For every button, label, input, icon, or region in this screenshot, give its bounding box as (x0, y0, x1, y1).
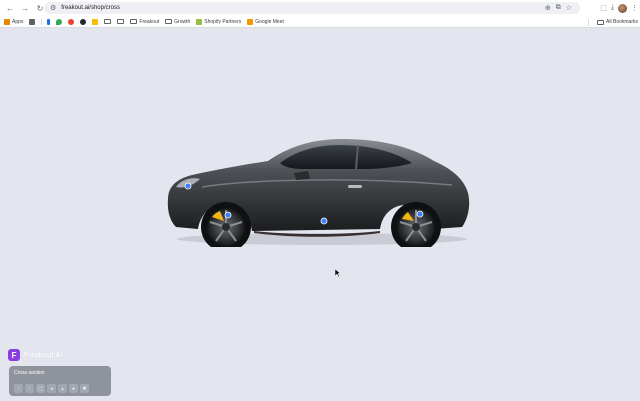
folder-icon (117, 19, 125, 24)
freakout-logo-icon: F (8, 349, 20, 361)
record-icon[interactable]: ● (69, 384, 78, 393)
bookmark-mail[interactable] (68, 18, 75, 25)
bookmark-label: Shopify Partners (204, 18, 242, 25)
nav-buttons: ← → ↻ (3, 1, 47, 15)
bookmark-meet[interactable]: Google Meet (247, 18, 284, 25)
shopify-icon (196, 18, 203, 25)
bookmark-folder-b[interactable] (117, 19, 125, 24)
github-icon (80, 18, 87, 25)
download-icon[interactable]: ⤓ (611, 4, 614, 12)
bookmarks-divider (41, 18, 43, 25)
apps-icon (4, 18, 10, 25)
settings-icon[interactable]: ✱ (80, 384, 89, 393)
back-icon[interactable]: ← (3, 1, 17, 15)
browser-toolbar: ← → ↻ ⚙ freakout.ai/shop/cross ⊕ ⧉ ☆ ⬚ ⤓… (0, 0, 640, 16)
tab-groups-icon (29, 18, 36, 25)
person-icon[interactable]: ▴ (58, 384, 67, 393)
zoom-icon[interactable]: ⊕ (545, 4, 551, 12)
bookmark-tab-groups[interactable] (29, 18, 36, 25)
control-panel: Cross-section ‹ › ▢ ◂ ▴ ● ✱ (9, 366, 111, 396)
mouse-cursor-icon (335, 269, 341, 277)
site-info-icon[interactable]: ⚙ (50, 4, 56, 12)
bookmarks-bar: Apps Freakout Growth Shopify Partners Go… (0, 16, 640, 28)
folder-icon (104, 19, 112, 24)
next-icon[interactable]: › (25, 384, 34, 393)
bookmark-label: Google Meet (255, 18, 284, 25)
hotspot-headlight[interactable] (184, 182, 192, 190)
viewer-stage[interactable] (0, 29, 640, 401)
extensions-icon[interactable]: ⬚ (600, 4, 607, 12)
hotspot-rear-wheel[interactable] (416, 210, 424, 218)
frame-icon[interactable]: ▢ (36, 384, 45, 393)
install-icon[interactable]: ⧉ (556, 4, 561, 12)
hotspot-side-skirt[interactable] (320, 217, 328, 225)
freakout-brand: F Freakout AI (8, 349, 62, 361)
bookmark-folder-growth[interactable]: Growth (165, 19, 190, 25)
car-model[interactable] (162, 135, 474, 247)
bookmark-folder-a[interactable] (104, 19, 112, 24)
prev-icon[interactable]: ‹ (14, 384, 23, 393)
bookmark-label: Growth (174, 18, 191, 25)
mail-icon (68, 18, 75, 25)
bookmark-drive[interactable] (92, 18, 99, 25)
meet-icon (247, 18, 254, 25)
bookmark-github[interactable] (80, 18, 87, 25)
bookmark-item[interactable] (47, 18, 51, 25)
menu-icon[interactable]: ⋮ (631, 4, 638, 12)
address-bar[interactable]: ⚙ freakout.ai/shop/cross ⊕ ⧉ ☆ (44, 2, 580, 14)
bookmark-icon (47, 18, 51, 25)
bookmark-label: Freakout (139, 18, 160, 25)
folder-icon (130, 19, 138, 24)
profile-avatar[interactable] (618, 3, 627, 13)
hotspot-front-wheel[interactable] (224, 211, 232, 219)
bookmark-folder-freakout[interactable]: Freakout (130, 19, 159, 25)
door-handle (348, 185, 362, 188)
brand-name: Freakout AI (24, 351, 63, 359)
forward-icon[interactable]: → (18, 1, 32, 15)
bookmark-label: Apps (12, 18, 24, 25)
folder-icon (165, 19, 173, 24)
all-bookmarks[interactable]: All Bookmarks (597, 19, 638, 25)
bookmark-shopify[interactable]: Shopify Partners (196, 18, 242, 25)
folder-icon (597, 19, 605, 25)
bookmark-apps[interactable]: Apps (4, 18, 24, 25)
drive-icon (92, 18, 99, 25)
panel-title: Cross-section (14, 370, 45, 376)
maps-icon (56, 18, 63, 25)
panel-toolbar: ‹ › ▢ ◂ ▴ ● ✱ (14, 384, 106, 393)
url-text: freakout.ai/shop/cross (61, 5, 120, 11)
star-icon[interactable]: ☆ (566, 4, 572, 12)
bookmarks-divider (588, 18, 590, 26)
bookmark-maps[interactable] (56, 18, 63, 25)
send-icon[interactable]: ◂ (47, 384, 56, 393)
all-bookmarks-label: All Bookmarks (606, 19, 638, 25)
